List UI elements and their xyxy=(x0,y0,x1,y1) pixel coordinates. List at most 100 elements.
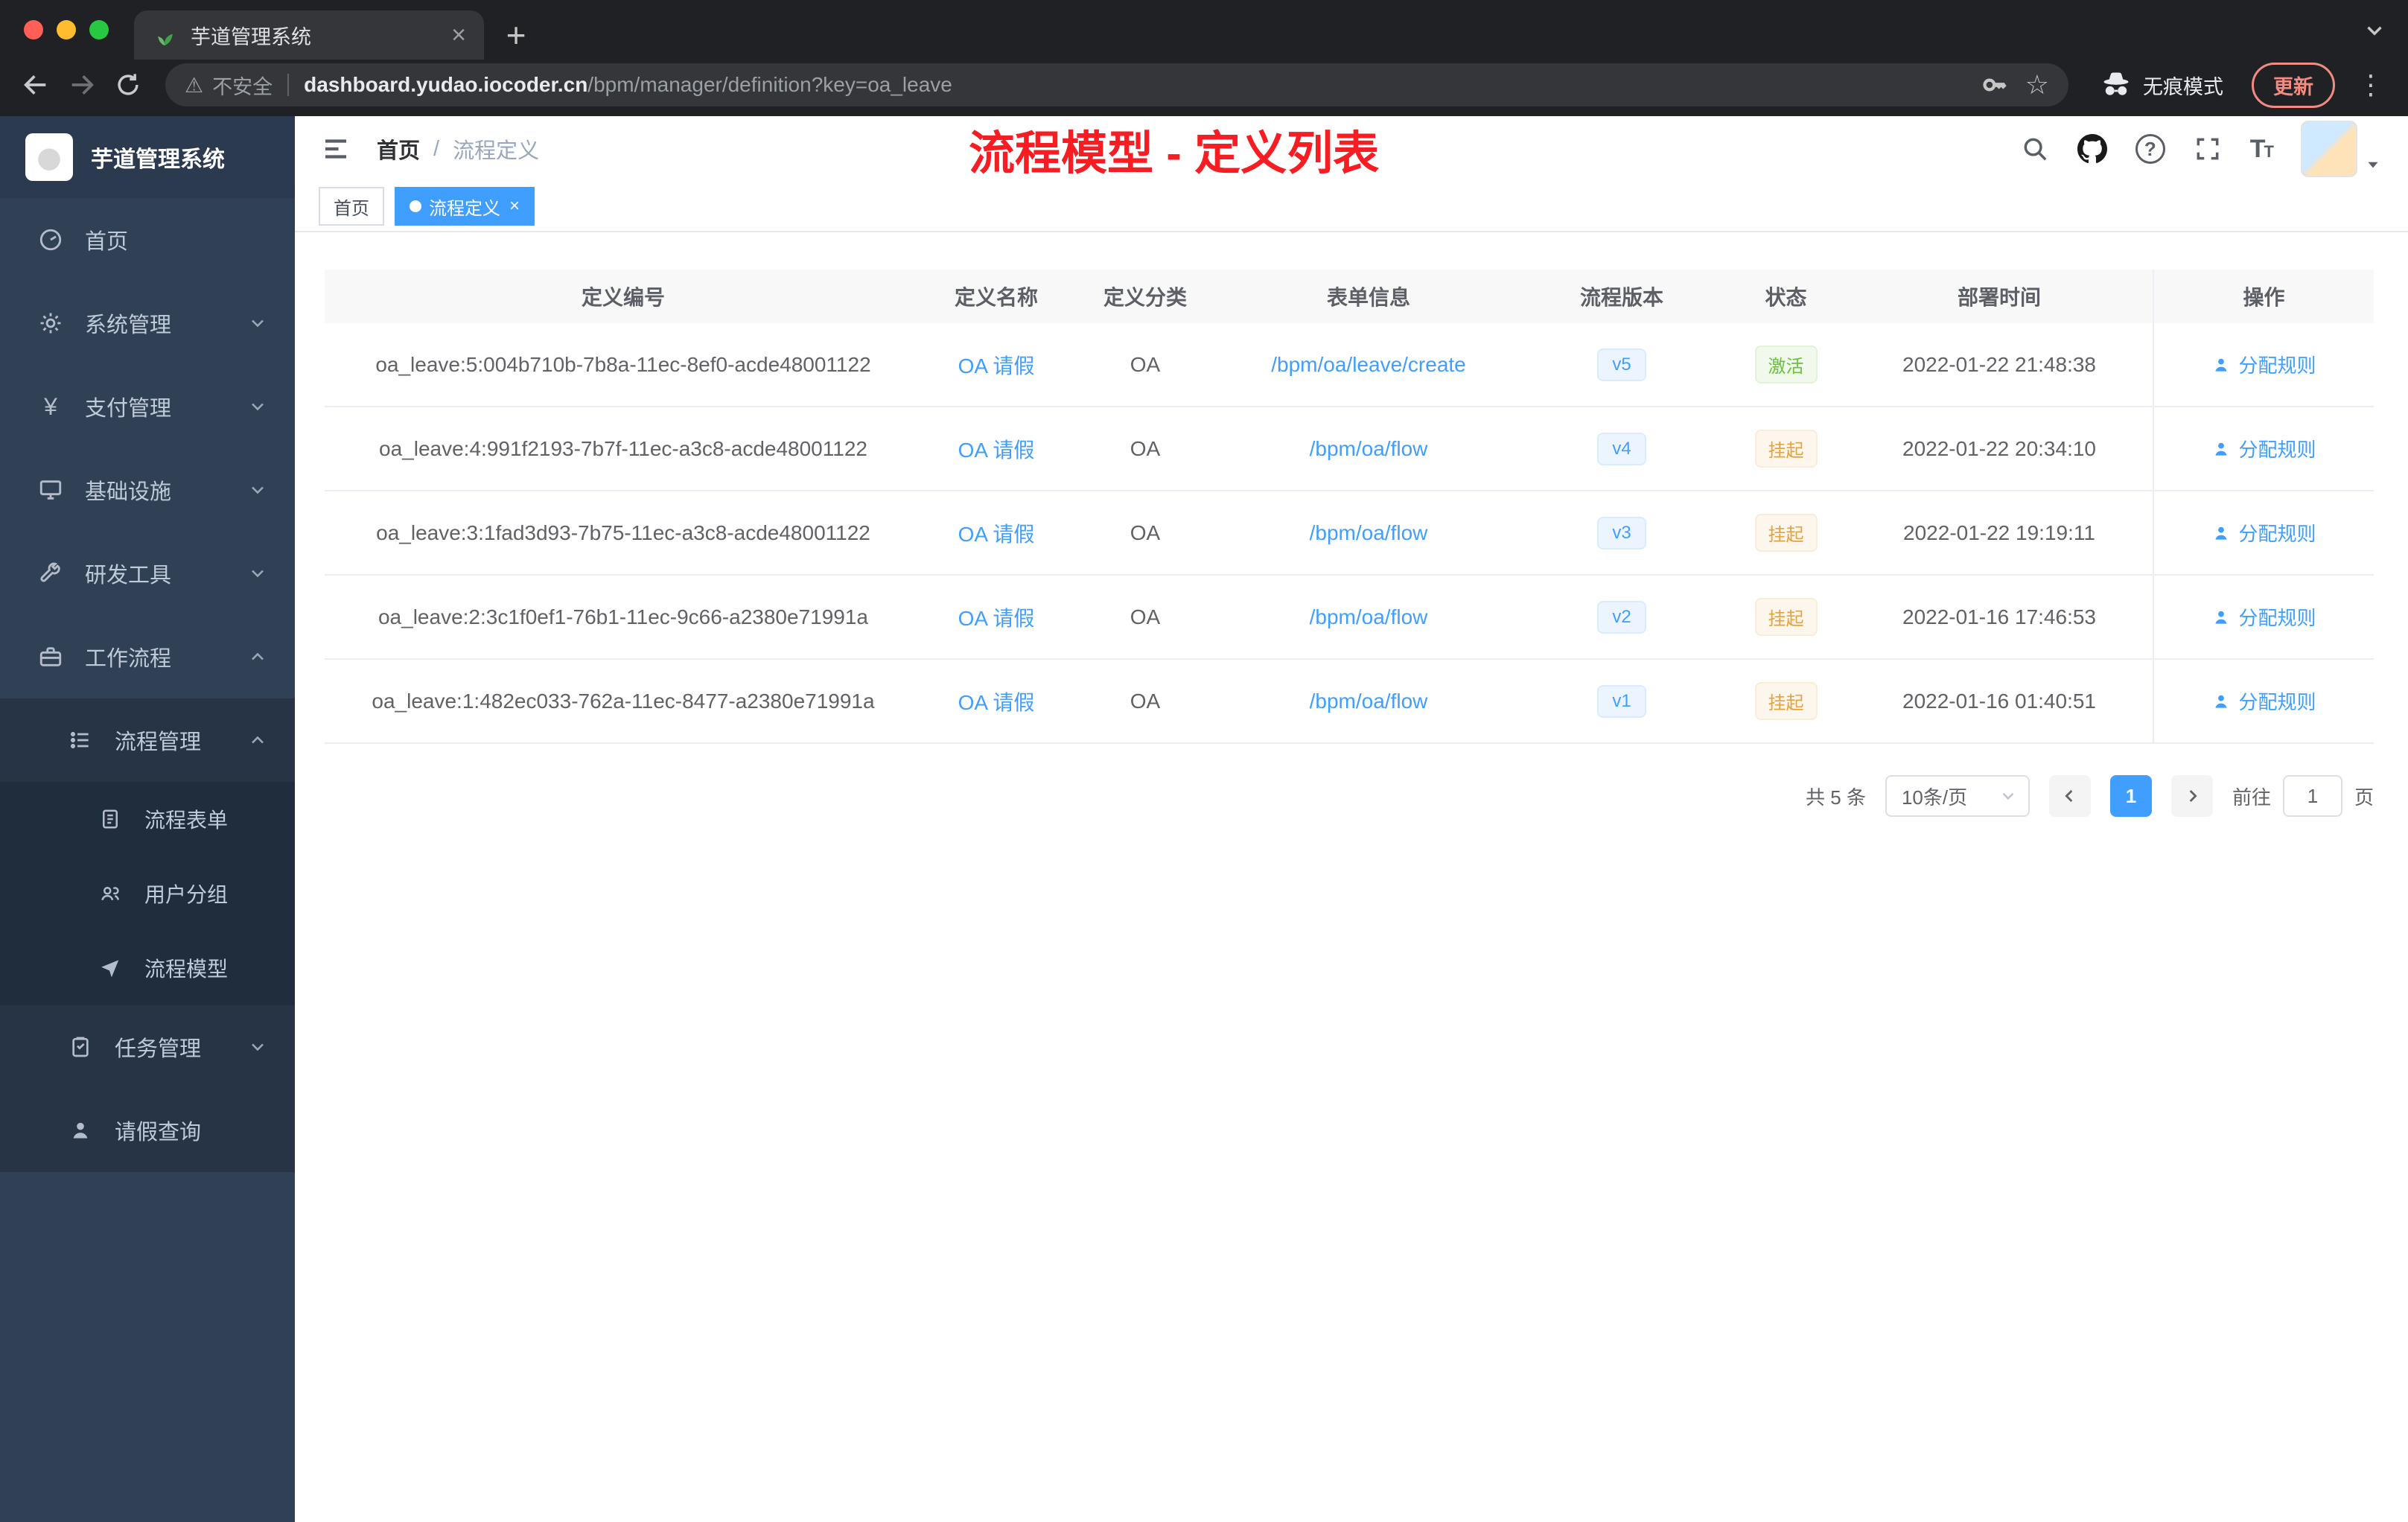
definition-name-link[interactable]: OA 请假 xyxy=(958,434,1035,464)
window-minimize-button[interactable] xyxy=(57,20,76,39)
breadcrumb: 首页 / 流程定义 xyxy=(377,133,539,165)
chevron-down-icon xyxy=(247,313,268,334)
breadcrumb-home[interactable]: 首页 xyxy=(377,133,420,165)
pagination-total: 共 5 条 xyxy=(1806,786,1866,809)
help-icon[interactable]: ? xyxy=(2135,134,2165,164)
wrench-icon xyxy=(36,561,66,586)
sidebar-item-label: 研发工具 xyxy=(85,564,172,588)
sidebar-item-payment-management[interactable]: ¥ 支付管理 xyxy=(0,365,295,448)
url-text[interactable]: dashboard.yudao.iocoder.cn/bpm/manager/d… xyxy=(304,73,952,97)
sidebar-item-workflow[interactable]: 工作流程 xyxy=(0,615,295,698)
sidebar-item-process-form[interactable]: 流程表单 xyxy=(0,782,295,856)
browser-tab[interactable]: 芋道管理系统 × xyxy=(134,10,484,60)
navbar-actions: ? TT xyxy=(2021,121,2383,177)
sidebar-item-process-model[interactable]: 流程模型 xyxy=(0,931,295,1005)
sidebar-item-task-management[interactable]: 任务管理 xyxy=(0,1005,295,1089)
dashboard-icon xyxy=(36,227,66,252)
assign-rule-link[interactable]: 分配规则 xyxy=(2211,351,2316,378)
form-link[interactable]: /bpm/oa/flow xyxy=(1310,605,1428,629)
page-size-select[interactable]: 10条/页 xyxy=(1885,775,2030,817)
form-link[interactable]: /bpm/oa/leave/create xyxy=(1271,353,1466,377)
status-tag: 挂起 xyxy=(1754,598,1818,636)
breadcrumb-separator: / xyxy=(433,136,440,161)
deploy-time: 2022-01-22 21:48:38 xyxy=(1902,352,2096,376)
sidebar-item-system-management[interactable]: 系统管理 xyxy=(0,281,295,365)
version-tag: v3 xyxy=(1597,516,1646,550)
column-header-id: 定义编号 xyxy=(581,286,665,309)
incognito-badge: 无痕模式 xyxy=(2100,69,2223,101)
forward-button[interactable] xyxy=(63,66,101,104)
sidebar-item-label: 系统管理 xyxy=(85,313,172,337)
assign-rule-link[interactable]: 分配规则 xyxy=(2211,687,2316,715)
form-link[interactable]: /bpm/oa/flow xyxy=(1310,437,1428,461)
reload-button[interactable] xyxy=(109,66,147,104)
users-icon xyxy=(95,882,125,905)
definition-name-link[interactable]: OA 请假 xyxy=(958,687,1035,716)
next-page-button[interactable] xyxy=(2170,775,2213,817)
tab-close-icon[interactable]: × xyxy=(451,22,466,48)
tag-close-icon[interactable]: × xyxy=(509,196,520,217)
url-path: /bpm/manager/definition?key=oa_leave xyxy=(587,73,952,96)
sidebar: 芋道管理系统 首页 系统管理 ¥ 支付管理 基础设施 研发工具 工作流程 流程管… xyxy=(0,116,295,1522)
update-button[interactable]: 更新 xyxy=(2252,62,2335,108)
font-size-icon[interactable]: TT xyxy=(2250,135,2274,164)
sidebar-item-leave-query[interactable]: 请假查询 xyxy=(0,1089,295,1172)
goto-unit-label: 页 xyxy=(2354,786,2374,809)
person-icon xyxy=(2215,695,2228,708)
back-button[interactable] xyxy=(16,66,55,104)
definition-name-link[interactable]: OA 请假 xyxy=(958,602,1035,632)
fullscreen-icon[interactable] xyxy=(2194,135,2222,163)
list-icon xyxy=(66,728,95,752)
assign-rule-link[interactable]: 分配规则 xyxy=(2211,519,2316,547)
logo-title: 芋道管理系统 xyxy=(91,147,225,172)
window-close-button[interactable] xyxy=(24,20,43,39)
definition-id: oa_leave:5:004b710b-7b8a-11ec-8ef0-acde4… xyxy=(375,352,871,376)
search-icon[interactable] xyxy=(2021,135,2049,163)
app-logo[interactable]: 芋道管理系统 xyxy=(0,116,295,198)
page-number-button[interactable]: 1 xyxy=(2109,775,2152,817)
security-label[interactable]: 不安全 xyxy=(212,71,273,100)
prev-page-button[interactable] xyxy=(2048,775,2091,817)
person-icon xyxy=(2215,358,2228,372)
column-header-time: 部署时间 xyxy=(1957,286,2041,309)
sidebar-item-label: 流程表单 xyxy=(144,809,229,832)
bookmark-star-icon[interactable]: ☆ xyxy=(2025,71,2049,98)
new-tab-button[interactable]: + xyxy=(494,13,538,57)
password-key-icon[interactable] xyxy=(1982,72,2007,98)
github-icon[interactable] xyxy=(2077,134,2107,164)
tag-process-definition[interactable]: 流程定义 × xyxy=(395,187,535,226)
user-avatar[interactable] xyxy=(2301,121,2383,177)
sidebar-item-process-management[interactable]: 流程管理 xyxy=(0,698,295,782)
definition-id: oa_leave:3:1fad3d93-7b75-11ec-a3c8-acde4… xyxy=(376,520,870,544)
assign-rule-link[interactable]: 分配规则 xyxy=(2211,603,2316,631)
tab-search-chevron-icon[interactable] xyxy=(2362,18,2387,43)
form-link[interactable]: /bpm/oa/flow xyxy=(1310,690,1428,713)
definition-name-link[interactable]: OA 请假 xyxy=(958,350,1035,380)
chevron-down-icon xyxy=(247,396,268,417)
definition-category: OA xyxy=(1130,436,1161,460)
incognito-icon xyxy=(2103,72,2129,95)
hamburger-icon[interactable] xyxy=(320,133,351,165)
deploy-time: 2022-01-16 17:46:53 xyxy=(1902,605,2096,628)
window-zoom-button[interactable] xyxy=(89,20,109,39)
goto-label: 前往 xyxy=(2232,786,2271,809)
goto-page-input[interactable] xyxy=(2282,775,2342,817)
tag-home[interactable]: 首页 xyxy=(319,187,384,226)
sidebar-item-infrastructure[interactable]: 基础设施 xyxy=(0,448,295,532)
address-bar[interactable]: ⚠ 不安全 dashboard.yudao.iocoder.cn/bpm/man… xyxy=(165,63,2068,106)
column-header-form: 表单信息 xyxy=(1326,286,1410,309)
sidebar-item-home[interactable]: 首页 xyxy=(0,198,295,281)
table-row: oa_leave:4:991f2193-7b7f-11ec-a3c8-acde4… xyxy=(325,407,2374,491)
assign-rule-link[interactable]: 分配规则 xyxy=(2211,435,2316,462)
briefcase-icon xyxy=(36,644,66,669)
menu-kebab-icon[interactable]: ⋮ xyxy=(2350,69,2392,101)
sidebar-item-dev-tools[interactable]: 研发工具 xyxy=(0,532,295,615)
sidebar-item-user-group[interactable]: 用户分组 xyxy=(0,856,295,931)
chevron-up-icon xyxy=(247,730,268,751)
column-header-status: 状态 xyxy=(1765,286,1807,309)
tag-label: 流程定义 xyxy=(429,198,500,219)
site-favicon-icon xyxy=(152,22,177,48)
definition-name-link[interactable]: OA 请假 xyxy=(958,518,1035,548)
sidebar-item-label: 请假查询 xyxy=(115,1121,202,1144)
form-link[interactable]: /bpm/oa/flow xyxy=(1310,521,1428,545)
